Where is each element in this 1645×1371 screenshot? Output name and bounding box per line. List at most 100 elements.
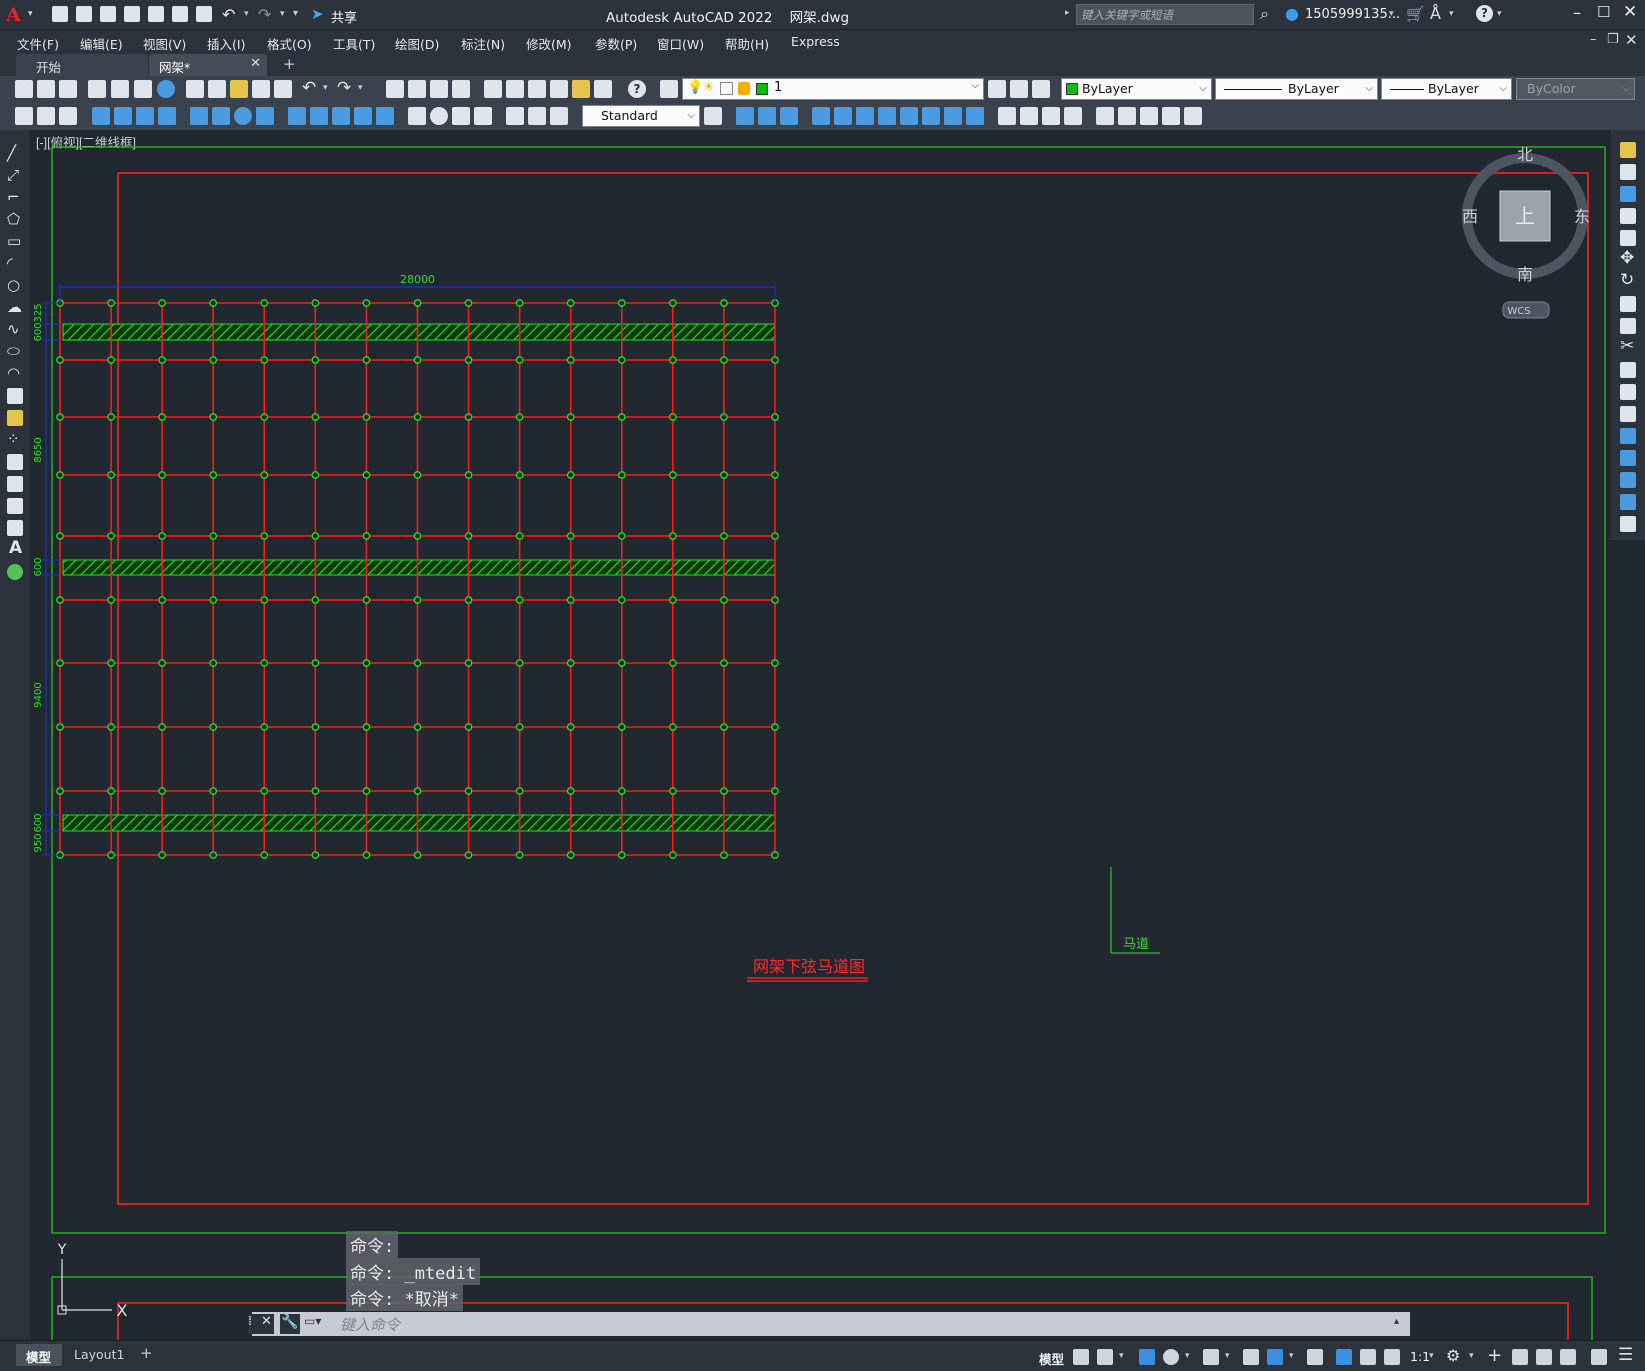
extend-icon[interactable] [1620,362,1636,378]
tb2-3d-icon-7[interactable] [878,107,896,125]
jogged-linear-icon[interactable] [474,107,492,125]
tb2-3d-icon-3[interactable] [780,107,798,125]
dim-jogged-icon[interactable] [212,107,230,125]
construction-line-icon[interactable]: ⤢ [7,166,19,184]
ortho-icon[interactable] [1139,1349,1155,1365]
tb-redo-dropdown-icon[interactable]: ▾ [358,83,363,93]
share-icon[interactable]: ➤ [311,5,324,23]
search-input[interactable]: 键入关键字或短语 [1076,4,1254,25]
help-icon[interactable]: ? [1476,5,1493,22]
tb-3d-print-icon[interactable] [157,80,175,98]
help-dropdown-icon[interactable]: ▾ [1497,9,1502,19]
layer-state-icon[interactable] [1032,80,1050,98]
offset-icon[interactable] [1620,208,1636,224]
tb-zoom-window-icon[interactable] [430,80,448,98]
spline-icon[interactable]: ∿ [7,320,20,338]
tb2-3d-icon-20[interactable] [1184,107,1202,125]
new-tab-icon[interactable]: + [283,55,296,73]
tab-drawing[interactable]: 网架* ✕ [149,54,267,76]
command-input[interactable]: 键入命令 [340,1314,400,1335]
dimstyle-manager-icon[interactable] [704,107,722,125]
tb2-icon-2[interactable] [37,107,55,125]
menu-parametric[interactable]: 参数(P) [595,34,637,53]
model-space-button[interactable]: 模型 [1039,1349,1064,1368]
command-recent-icon[interactable]: ▭▾ [304,1314,321,1328]
join-icon[interactable] [1620,428,1636,444]
status-menu-icon[interactable]: ☰ [1618,1345,1633,1365]
tb-properties-icon[interactable] [484,80,502,98]
tb2-3d-icon-15[interactable] [1064,107,1082,125]
new-file-icon[interactable] [52,6,68,22]
circle-icon[interactable]: ○ [7,276,20,294]
isolate-objects-icon[interactable] [1560,1349,1576,1365]
app-menu-dropdown-icon[interactable]: ▾ [28,9,33,19]
move-icon[interactable]: ✥ [1620,248,1634,268]
viewcube-west[interactable]: 西 [1462,207,1478,226]
ellipse-arc-icon[interactable]: ◠ [7,364,20,382]
tb-help-icon[interactable]: ? [628,80,646,98]
command-close-icon[interactable]: ✕ [261,1314,272,1329]
a360-dropdown-icon[interactable]: ▾ [1449,9,1454,19]
copy-icon[interactable] [1620,164,1636,180]
tb2-3d-icon-13[interactable] [1020,107,1038,125]
tb-cut-icon[interactable] [186,80,204,98]
annotation-scale-icon[interactable] [1384,1349,1400,1365]
tb-new-icon[interactable] [15,80,33,98]
drawing-viewport[interactable]: [-][俯视][二维线框] 28000 325 600 8650 600 9400 600 9… [30,130,1611,1350]
polar-icon[interactable] [1163,1349,1179,1365]
viewport-label[interactable]: [-][俯视][二维线框] [36,135,136,150]
grid-icon[interactable] [1073,1349,1089,1365]
explode-icon[interactable] [1620,516,1636,532]
layer-properties-icon[interactable] [660,80,678,98]
layout-tab-layout1[interactable]: Layout1 [66,1344,140,1366]
scale-icon[interactable] [1620,296,1636,312]
arc-icon[interactable]: ◜ [7,254,13,272]
tb2-3d-icon-8[interactable] [900,107,918,125]
tb2-3d-icon-11[interactable] [966,107,984,125]
annotation-scale-value[interactable]: 1:1 [1410,1349,1430,1364]
snap-icon[interactable] [1097,1349,1113,1365]
dimstyle-dropdown[interactable]: Standard ⌵ [582,105,700,127]
hatch-icon[interactable] [7,454,23,470]
tb-tool-palettes-icon[interactable] [528,80,546,98]
viewcube-east[interactable]: 东 [1574,207,1590,226]
layer-dropdown[interactable]: 💡 ☀ 1 ⌵ [682,78,984,100]
dim-space-icon[interactable] [354,107,372,125]
make-block-icon[interactable] [7,410,23,426]
menu-dimension[interactable]: 标注(N) [461,34,505,53]
command-history-toggle-icon[interactable]: ▴ [1394,1316,1399,1327]
lineweight-dropdown[interactable]: ByLayer ⌵ [1381,78,1512,100]
quick-properties-icon[interactable] [1536,1349,1552,1365]
tb2-icon-1[interactable] [15,107,33,125]
lineweight-dropdown-arrow-icon[interactable]: ⌵ [1499,79,1507,99]
annotation-monitor-icon[interactable]: + [1487,1345,1502,1366]
ellipse-icon[interactable]: ⬭ [7,342,20,360]
gradient-icon[interactable] [7,476,23,492]
region-icon[interactable] [7,498,23,514]
center-mark-icon[interactable] [430,107,448,125]
isodraft-dropdown-icon[interactable]: ▾ [1225,1351,1230,1361]
stretch-icon[interactable] [1620,318,1636,334]
tb-redo-icon[interactable]: ↷ [337,78,351,98]
insert-block-icon[interactable] [7,388,23,404]
tb2-3d-icon-14[interactable] [1042,107,1060,125]
redo-icon[interactable]: ↷ [258,5,271,24]
tb-block-editor-icon[interactable] [274,80,292,98]
menu-insert[interactable]: 插入(I) [207,34,245,53]
auto-scale-icon[interactable] [1360,1349,1376,1365]
color-dropdown[interactable]: ByLayer ⌵ [1061,78,1212,100]
object-snap-icon[interactable] [1267,1349,1283,1365]
tb-open-icon[interactable] [37,80,55,98]
tb-publish-icon[interactable] [134,80,152,98]
close-window-icon[interactable]: ✕ [1623,2,1637,22]
tb2-3d-icon-12[interactable] [998,107,1016,125]
tb-copy-icon[interactable] [208,80,226,98]
dim-angular-icon[interactable] [256,107,274,125]
tb2-3d-icon-17[interactable] [1118,107,1136,125]
doc-minimize-icon[interactable]: – [1590,32,1597,47]
layer-lock-icon[interactable] [738,82,750,95]
menu-help[interactable]: 帮助(H) [725,34,769,53]
open-web-icon[interactable] [148,6,164,22]
tb-preview-icon[interactable] [111,80,129,98]
break-icon[interactable] [1620,406,1636,422]
